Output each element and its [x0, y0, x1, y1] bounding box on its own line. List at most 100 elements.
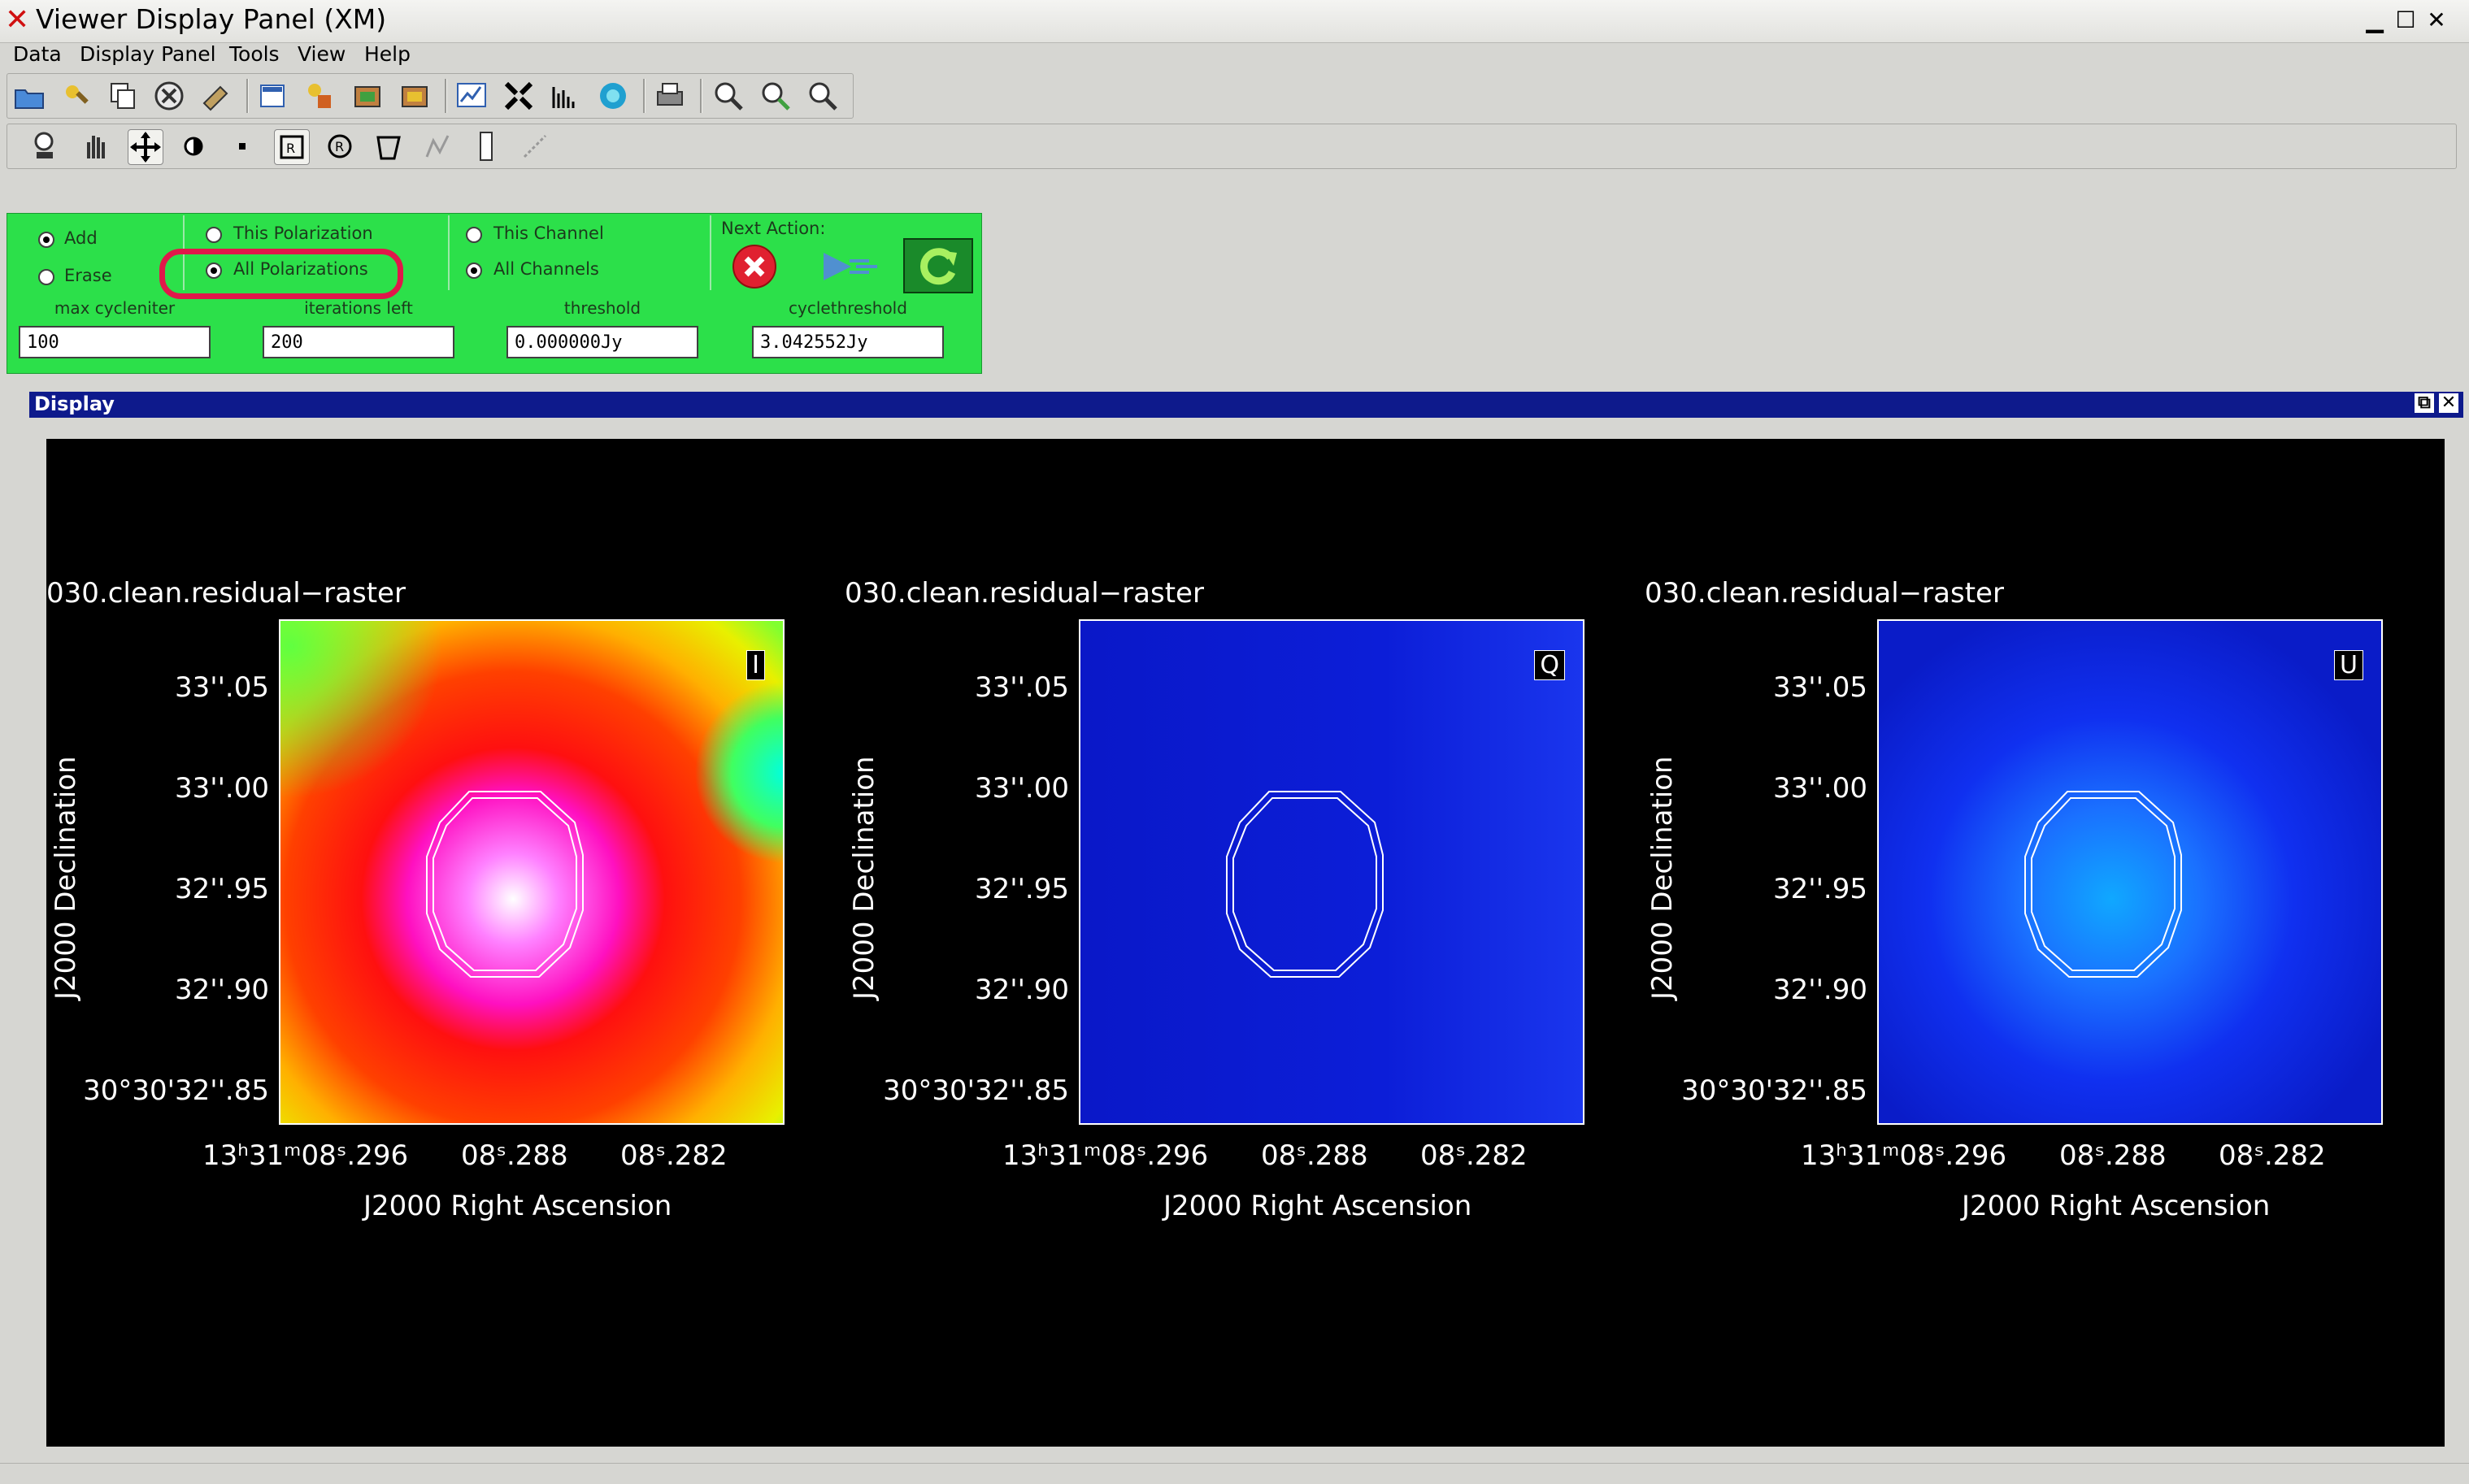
- svg-text:R: R: [286, 141, 295, 156]
- max-cycleniter-label: max cycleniter: [54, 298, 176, 318]
- this-channel-label: This Channel: [493, 223, 604, 243]
- zoom-in-icon[interactable]: [711, 79, 745, 113]
- menu-data[interactable]: Data: [13, 42, 62, 66]
- menu-tools[interactable]: Tools: [229, 42, 280, 66]
- ytick-i-3: 32''.95: [174, 873, 269, 905]
- zoom-fit-icon[interactable]: [806, 79, 840, 113]
- menu-help[interactable]: Help: [364, 42, 411, 66]
- app-x-icon: ✕: [5, 3, 30, 37]
- threshold-field[interactable]: 0.000000Jy: [506, 326, 698, 358]
- erase-radio[interactable]: [38, 269, 54, 285]
- panel-i-image[interactable]: I: [279, 619, 785, 1125]
- zoom-out-icon[interactable]: [759, 79, 793, 113]
- ytick-u-5: 30°30'32''.85: [1681, 1074, 1867, 1107]
- ytick-i-4: 32''.90: [174, 974, 269, 1006]
- xtick-i-3: 08ˢ.282: [620, 1139, 728, 1172]
- display-canvas[interactable]: 030.clean.residual−raster I 030.clean.re…: [46, 439, 2445, 1447]
- display-title: Display: [34, 393, 115, 415]
- move-tool-icon[interactable]: [128, 129, 163, 165]
- mask-mode-section: Add Erase: [7, 215, 185, 290]
- polyline-icon[interactable]: [420, 129, 454, 163]
- iterations-left-label: iterations left: [304, 298, 413, 318]
- new-panel-icon[interactable]: [106, 79, 141, 113]
- ruler-icon[interactable]: [469, 129, 503, 163]
- fit-icon[interactable]: [502, 79, 536, 113]
- xtick-q-2: 08ˢ.288: [1261, 1139, 1368, 1172]
- panel-u-title: 030.clean.residual−raster: [1645, 577, 2004, 610]
- data-manager-icon[interactable]: [59, 79, 93, 113]
- stop-icon[interactable]: [731, 243, 778, 290]
- colormap-icon[interactable]: [596, 79, 630, 113]
- ellipse-region-icon[interactable]: R: [323, 129, 357, 163]
- iterations-left-field[interactable]: 200: [263, 326, 454, 358]
- stokes-label-u: U: [2334, 650, 2363, 680]
- title-bar: ✕ Viewer Display Panel (XM) ▁ ☐ ✕: [0, 0, 2469, 43]
- undock-icon[interactable]: ⧉: [2415, 393, 2434, 413]
- ytick-i-5: 30°30'32''.85: [83, 1074, 269, 1107]
- add-radio[interactable]: [38, 232, 54, 248]
- ytick-i-2: 33''.00: [174, 772, 269, 805]
- rectangle-region-icon[interactable]: R: [274, 129, 310, 165]
- xtick-q-1: 13ʰ31ᵐ08ˢ.296: [1002, 1139, 1209, 1172]
- continue-arrow-icon[interactable]: [820, 245, 880, 289]
- mouse-tools-toolbar: R R: [7, 124, 2457, 169]
- distance-icon[interactable]: [518, 129, 552, 163]
- panel-q-image[interactable]: Q: [1079, 619, 1584, 1125]
- max-cycleniter-field[interactable]: 100: [19, 326, 211, 358]
- menu-bar: Data Display Panel Tools View Help: [0, 42, 2469, 70]
- this-polarization-radio[interactable]: [206, 227, 222, 243]
- xlabel-i: J2000 Right Ascension: [363, 1190, 672, 1222]
- ytick-u-2: 33''.00: [1772, 772, 1867, 805]
- menu-view[interactable]: View: [298, 42, 346, 66]
- erase-label: Erase: [64, 266, 112, 285]
- ytick-q-5: 30°30'32''.85: [883, 1074, 1069, 1107]
- menu-display-panel[interactable]: Display Panel: [80, 42, 216, 66]
- profile-icon[interactable]: [454, 79, 489, 113]
- maximize-button[interactable]: ☐: [2392, 7, 2419, 34]
- threshold-label: threshold: [563, 298, 641, 318]
- ylabel-i: J2000 Declination: [50, 756, 82, 1000]
- channel-section: This Channel All Channels: [450, 215, 711, 290]
- histogram-icon[interactable]: [549, 79, 583, 113]
- position-tool-icon[interactable]: [225, 129, 259, 163]
- main-toolbar: [7, 73, 854, 119]
- ylabel-u: J2000 Declination: [1646, 756, 1679, 1000]
- this-channel-radio[interactable]: [466, 227, 482, 243]
- open-folder-icon[interactable]: [12, 79, 46, 113]
- dock-close-icon[interactable]: ✕: [2439, 393, 2458, 413]
- contrast-tool-icon[interactable]: [176, 129, 211, 163]
- zoom-tool-icon[interactable]: [30, 129, 64, 163]
- ylabel-q: J2000 Declination: [848, 756, 880, 1000]
- polygon-region-icon[interactable]: [372, 129, 406, 163]
- cyclethreshold-field[interactable]: 3.042552Jy: [752, 326, 944, 358]
- restore-icon[interactable]: [398, 79, 432, 113]
- print-icon[interactable]: [653, 79, 687, 113]
- save-image-icon[interactable]: [350, 79, 385, 113]
- xtick-u-1: 13ʰ31ᵐ08ˢ.296: [1801, 1139, 2007, 1172]
- unload-icon[interactable]: [199, 79, 233, 113]
- next-action-label: Next Action:: [721, 219, 826, 238]
- xlabel-u: J2000 Right Ascension: [1962, 1190, 2271, 1222]
- this-polarization-label: This Polarization: [233, 223, 373, 243]
- xtick-u-2: 08ˢ.288: [2059, 1139, 2167, 1172]
- panel-u-image[interactable]: U: [1877, 619, 2383, 1125]
- adjust-icon[interactable]: [303, 79, 337, 113]
- cyclethreshold-label: cyclethreshold: [789, 298, 907, 318]
- minimize-button[interactable]: ▁: [2361, 7, 2389, 34]
- close-button[interactable]: ✕: [2423, 7, 2450, 34]
- ytick-q-3: 32''.95: [974, 873, 1069, 905]
- all-channels-radio[interactable]: [466, 263, 482, 279]
- xlabel-q: J2000 Right Ascension: [1163, 1190, 1472, 1222]
- next-action-section: Next Action:: [711, 215, 980, 293]
- ytick-q-2: 33''.00: [974, 772, 1069, 805]
- pan-hand-icon[interactable]: [79, 129, 113, 163]
- panel-options-icon[interactable]: [256, 79, 290, 113]
- highlight-annotation: [159, 249, 403, 299]
- all-channels-label: All Channels: [493, 259, 599, 279]
- status-bar: [0, 1463, 2469, 1484]
- panel-i-title: 030.clean.residual−raster: [46, 577, 406, 610]
- stokes-label-q: Q: [1534, 650, 1565, 680]
- panel-q-title: 030.clean.residual−raster: [845, 577, 1204, 610]
- close-panel-icon[interactable]: [152, 79, 186, 113]
- refresh-cycle-icon[interactable]: [903, 238, 973, 293]
